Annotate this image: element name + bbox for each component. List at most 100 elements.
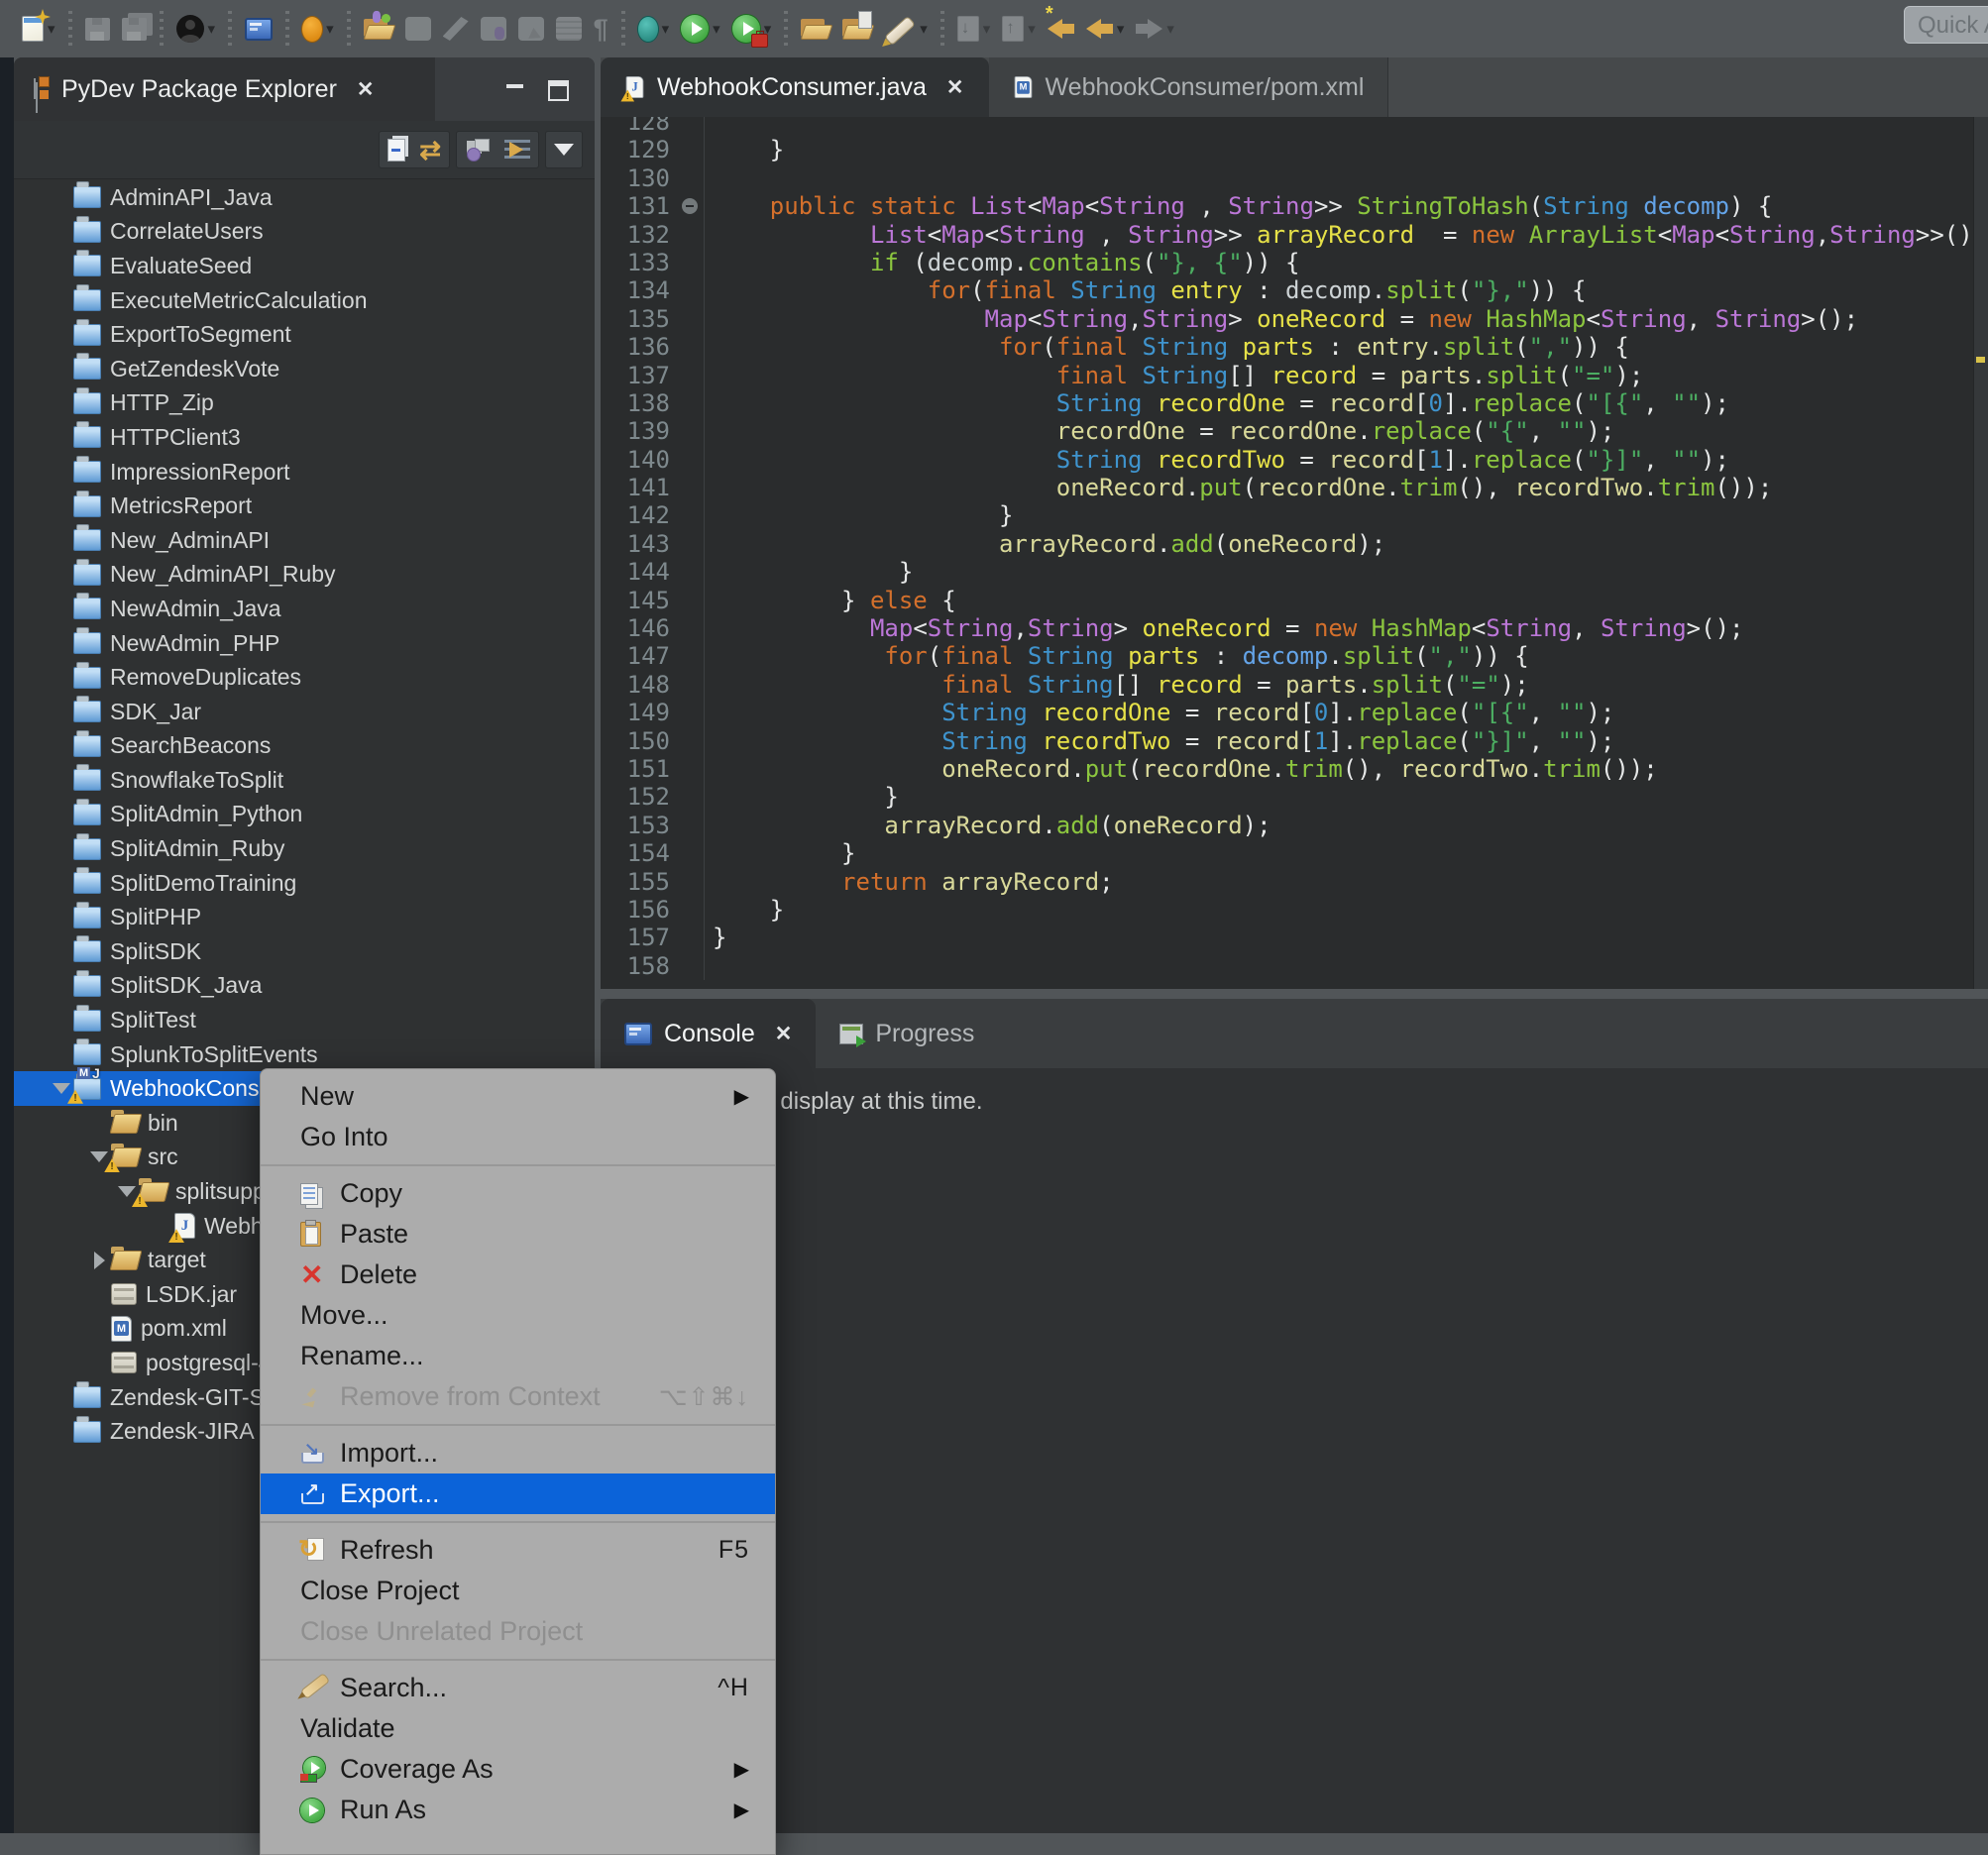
tree-item-splitphp[interactable]: SplitPHP [14,900,595,934]
last-edit-location-button[interactable]: * [1042,6,1080,52]
proj-icon [73,598,101,619]
tree-item-splitadmin-python[interactable]: SplitAdmin_Python [14,798,595,832]
editor-tab-pom-xml[interactable]: WebhookConsumer/pom.xml [989,57,1389,117]
pydev-console-button[interactable] [239,6,278,52]
menu-item-export[interactable]: ↗Export... [261,1473,775,1514]
menu-item-copy[interactable]: Copy [261,1173,775,1214]
tree-item-removeduplicates[interactable]: RemoveDuplicates [14,660,595,695]
minimize-view-button[interactable] [503,79,525,101]
tree-item-new-adminapi-ruby[interactable]: New_AdminAPI_Ruby [14,558,595,593]
close-console-icon[interactable]: ✕ [775,1022,793,1046]
code-line-139: 139 recordOne = recordOne.replace("{", "… [601,417,1974,445]
tree-item-splitsdk[interactable]: SplitSDK [14,934,595,969]
menu-item-delete[interactable]: ✕Delete [261,1255,775,1295]
tree-item-splunktosplitevents[interactable]: SplunkToSplitEvents [14,1037,595,1072]
open-clipboard-folder-button[interactable] [836,6,878,52]
menu-separator [261,1521,775,1523]
view-menu-icon[interactable] [554,144,574,156]
menu-item-move[interactable]: Move... [261,1295,775,1336]
collapse-all-icon[interactable] [387,139,405,162]
proj-icon [73,1386,101,1408]
progress-tab[interactable]: Progress [816,999,998,1068]
code-line-134: 134 for(final String entry : decomp.spli… [601,276,1974,304]
quick-access-box[interactable]: Quick Access [1904,6,1988,44]
tree-item-http-zip[interactable]: HTTP_Zip [14,386,595,421]
chevron-down-icon[interactable] [87,1151,111,1162]
fold-marker[interactable] [678,192,705,220]
package-presentation-icon[interactable] [465,138,491,162]
tree-item-snowflaketosplit[interactable]: SnowflakeToSplit [14,763,595,798]
remove-context-icon [300,1388,340,1406]
external-tools-button[interactable]: ▾ [632,6,676,52]
tree-item-exporttosegment[interactable]: ExportToSegment [14,317,595,352]
menu-separator [261,1424,775,1426]
tree-item-sdk-jar[interactable]: SDK_Jar [14,695,595,729]
editor-tab-webhookconsumer-java[interactable]: J! WebhookConsumer.java ✕ [601,57,989,117]
tree-item-executemetriccalculation[interactable]: ExecuteMetricCalculation [14,283,595,318]
jar-icon [111,1283,137,1305]
proj-icon [73,426,101,448]
open-resource-folder-icon [801,18,830,40]
back-button[interactable]: ▾ [1080,6,1131,52]
menu-item-close-project[interactable]: Close Project [261,1571,775,1611]
close-editor-tab-icon[interactable]: ✕ [946,75,964,100]
tree-item-adminapi-java[interactable]: AdminAPI_Java [14,180,595,215]
menu-item-import[interactable]: ↘Import... [261,1433,775,1473]
new-wizard-button[interactable]: ▾ [16,6,61,52]
menu-item-run-as[interactable]: Run As▶ [261,1790,775,1830]
delete-icon: ✕ [300,1261,340,1289]
forward-icon [1136,19,1162,39]
tree-item-newadmin-java[interactable]: NewAdmin_Java [14,592,595,626]
link-with-editor-icon[interactable]: ⇄ [419,137,441,163]
tree-item-evaluateseed[interactable]: EvaluateSeed [14,249,595,283]
view-tab-pydev-package-explorer[interactable]: PyDev Package Explorer ✕ [14,57,435,121]
menu-item-label: Close Project [300,1576,460,1606]
menu-item-validate[interactable]: Validate [261,1708,775,1749]
chevron-down-icon[interactable] [115,1186,139,1197]
toolbar-separator [347,11,351,47]
tree-item-label: ExecuteMetricCalculation [110,287,368,314]
menu-item-go-into[interactable]: Go Into [261,1117,775,1157]
menu-item-coverage-as[interactable]: Coverage As▶ [261,1749,775,1790]
tree-item-correlateusers[interactable]: CorrelateUsers [14,215,595,250]
tree-item-getzendeskvote[interactable]: GetZendeskVote [14,352,595,386]
fold-gutter [678,389,705,417]
menu-item-refresh[interactable]: RefreshF5 [261,1530,775,1571]
debug-launch-folder-button[interactable] [358,6,399,52]
menu-item-rename[interactable]: Rename... [261,1336,775,1376]
console-tab[interactable]: Console ✕ [601,999,816,1068]
fold-gutter [678,117,705,136]
fold-gutter [678,699,705,726]
chevron-down-icon[interactable] [50,1083,73,1094]
tree-item-metricsreport[interactable]: MetricsReport [14,489,595,523]
tree-item-splitsdk-java[interactable]: SplitSDK_Java [14,969,595,1004]
menu-item-paste[interactable]: Paste [261,1214,775,1255]
tree-item-splittest[interactable]: SplitTest [14,1003,595,1037]
tree-item-httpclient3[interactable]: HTTPClient3 [14,420,595,455]
user-profile-icon [176,15,204,43]
maximize-view-button[interactable] [547,79,569,101]
menu-item-search[interactable]: Search...^H [261,1668,775,1708]
tree-item-impressionreport[interactable]: ImpressionReport [14,455,595,490]
fold-gutter [678,417,705,445]
tree-item-splitdemotraining[interactable]: SplitDemoTraining [14,866,595,901]
run-button[interactable]: ▾ [675,6,726,52]
profile-button[interactable]: ▾ [726,6,778,52]
code-editor[interactable]: 128129 }130131 public static List<Map<St… [601,117,1974,989]
user-profile-button[interactable]: ▾ [170,6,222,52]
tree-item-splitadmin-ruby[interactable]: SplitAdmin_Ruby [14,831,595,866]
tree-item-newadmin-php[interactable]: NewAdmin_PHP [14,626,595,661]
chevron-right-icon[interactable] [87,1252,111,1269]
code-line-144: 144 } [601,558,1974,586]
overview-ruler[interactable] [1973,117,1988,989]
mark-occurrences-button[interactable]: ▾ [878,6,934,52]
tree-item-new-adminapi[interactable]: New_AdminAPI [14,523,595,558]
proj-icon [73,255,101,276]
close-view-icon[interactable]: ✕ [357,77,375,102]
filters-icon[interactable] [504,138,530,162]
tree-item-label: SnowflakeToSplit [110,767,283,794]
debug-button[interactable]: ▾ [296,6,340,52]
tree-item-searchbeacons[interactable]: SearchBeacons [14,729,595,764]
open-resource-folder-button[interactable] [795,6,836,52]
menu-item-new[interactable]: New▶ [261,1076,775,1117]
